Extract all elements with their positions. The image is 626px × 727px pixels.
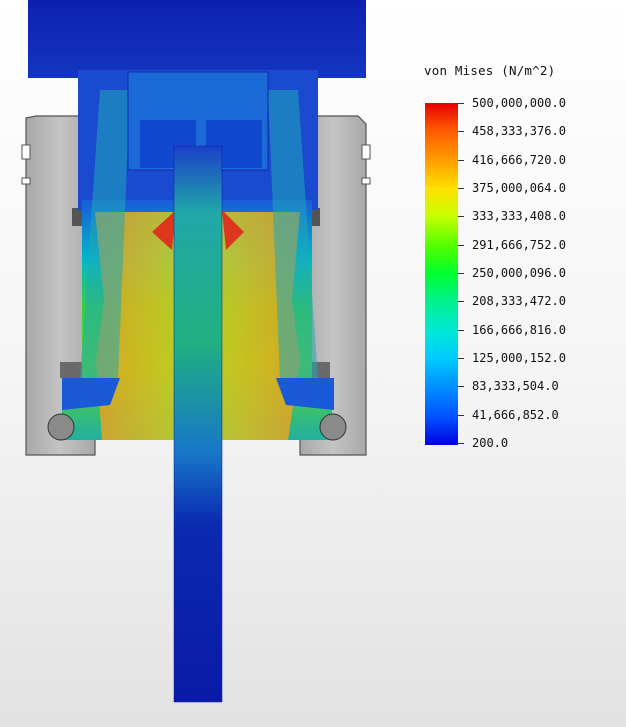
o-ring-right: [319, 413, 347, 441]
center-pin: [173, 145, 223, 703]
o-ring-left: [47, 413, 75, 441]
top-clamp: [28, 0, 366, 78]
stress-contour-plot[interactable]: [0, 0, 626, 727]
